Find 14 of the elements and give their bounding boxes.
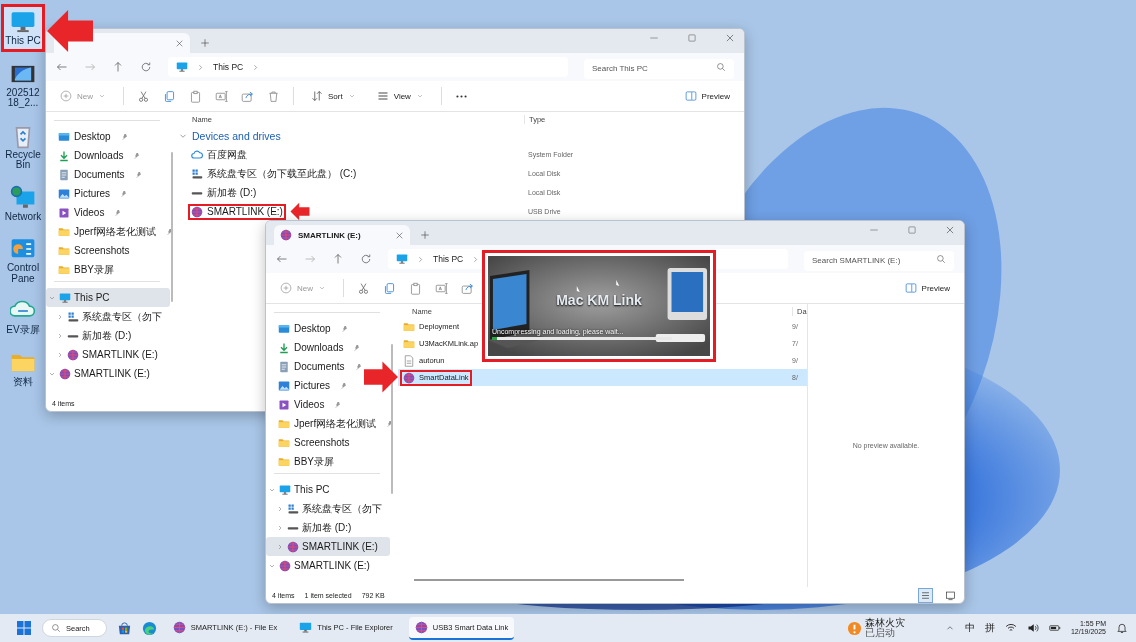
notification-title: 森林火灾 xyxy=(864,618,905,628)
shortcut-label: 20251218_2... xyxy=(5,87,41,109)
shortcut-label: Network xyxy=(4,211,42,222)
notification-status: 已启动 xyxy=(864,628,895,638)
item-name: SMARTLINK (E:) xyxy=(207,206,283,217)
shortcut-label: Control Pane xyxy=(5,263,41,284)
item-name: 百度网盘 xyxy=(207,147,247,162)
item-name: 系统盘专区（勿下载至此盘） (C:) xyxy=(207,166,357,181)
item-name: 新加卷 (D:) xyxy=(207,185,257,200)
shortcut-label: EV录屏 xyxy=(6,325,40,336)
shortcut-label: Recycle Bin xyxy=(4,149,42,171)
splash-title: Mac KM Link xyxy=(556,292,642,308)
shortcut-label: This PC xyxy=(5,36,41,47)
shortcut-label: 资料 xyxy=(13,376,33,387)
